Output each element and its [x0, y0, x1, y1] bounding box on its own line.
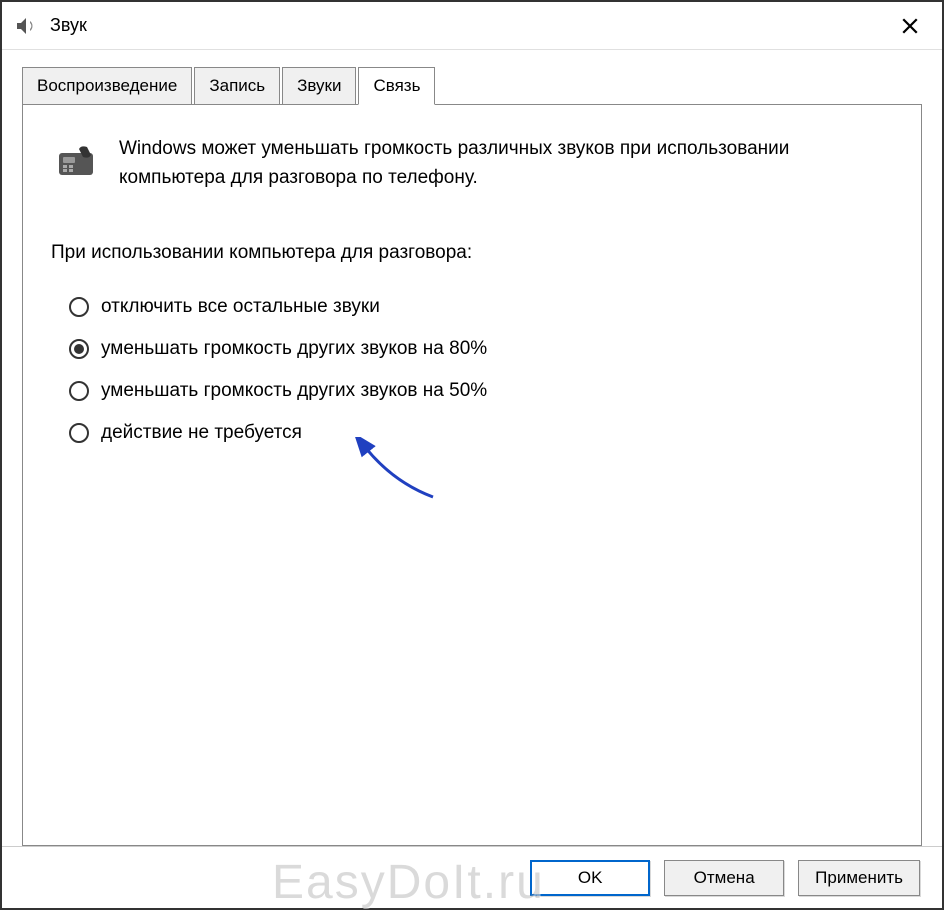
- radio-label: отключить все остальные звуки: [101, 296, 380, 318]
- window-title: Звук: [50, 15, 890, 36]
- info-row: Windows может уменьшать громкость различ…: [51, 135, 893, 192]
- close-icon: [901, 17, 919, 35]
- button-bar: EasyDoIt.ru OK Отмена Применить: [2, 846, 942, 908]
- apply-button[interactable]: Применить: [798, 860, 920, 896]
- tab-content: Windows может уменьшать громкость различ…: [22, 104, 922, 846]
- arrow-annotation-icon: [353, 437, 443, 507]
- sound-settings-window: Звук Воспроизведение Запись Звуки Связь: [0, 0, 944, 910]
- radio-icon: [69, 381, 89, 401]
- watermark-text: EasyDoIt.ru: [272, 855, 545, 910]
- tabs-header: Воспроизведение Запись Звуки Связь: [22, 66, 922, 104]
- tabs-container: Воспроизведение Запись Звуки Связь: [2, 50, 942, 846]
- tab-communications[interactable]: Связь: [358, 67, 435, 105]
- radio-reduce-50[interactable]: уменьшать громкость других звуков на 50%: [69, 380, 893, 402]
- radio-group: отключить все остальные звуки уменьшать …: [51, 296, 893, 444]
- radio-mute-all[interactable]: отключить все остальные звуки: [69, 296, 893, 318]
- ok-button[interactable]: OK: [530, 860, 650, 896]
- cancel-button[interactable]: Отмена: [664, 860, 784, 896]
- titlebar: Звук: [2, 2, 942, 50]
- radio-label: уменьшать громкость других звуков на 50%: [101, 380, 487, 402]
- tab-playback[interactable]: Воспроизведение: [22, 67, 192, 105]
- tab-sounds[interactable]: Звуки: [282, 67, 356, 105]
- radio-do-nothing[interactable]: действие не требуется: [69, 422, 893, 444]
- radio-icon: [69, 423, 89, 443]
- radio-icon: [69, 339, 89, 359]
- speaker-icon: [14, 14, 38, 38]
- phone-icon: [51, 141, 101, 181]
- radio-label: действие не требуется: [101, 422, 302, 444]
- close-button[interactable]: [890, 6, 930, 46]
- tab-recording[interactable]: Запись: [194, 67, 280, 105]
- radio-icon: [69, 297, 89, 317]
- radio-label: уменьшать громкость других звуков на 80%: [101, 338, 487, 360]
- section-label: При использовании компьютера для разгово…: [51, 242, 893, 264]
- radio-reduce-80[interactable]: уменьшать громкость других звуков на 80%: [69, 338, 893, 360]
- info-text: Windows может уменьшать громкость различ…: [119, 135, 893, 192]
